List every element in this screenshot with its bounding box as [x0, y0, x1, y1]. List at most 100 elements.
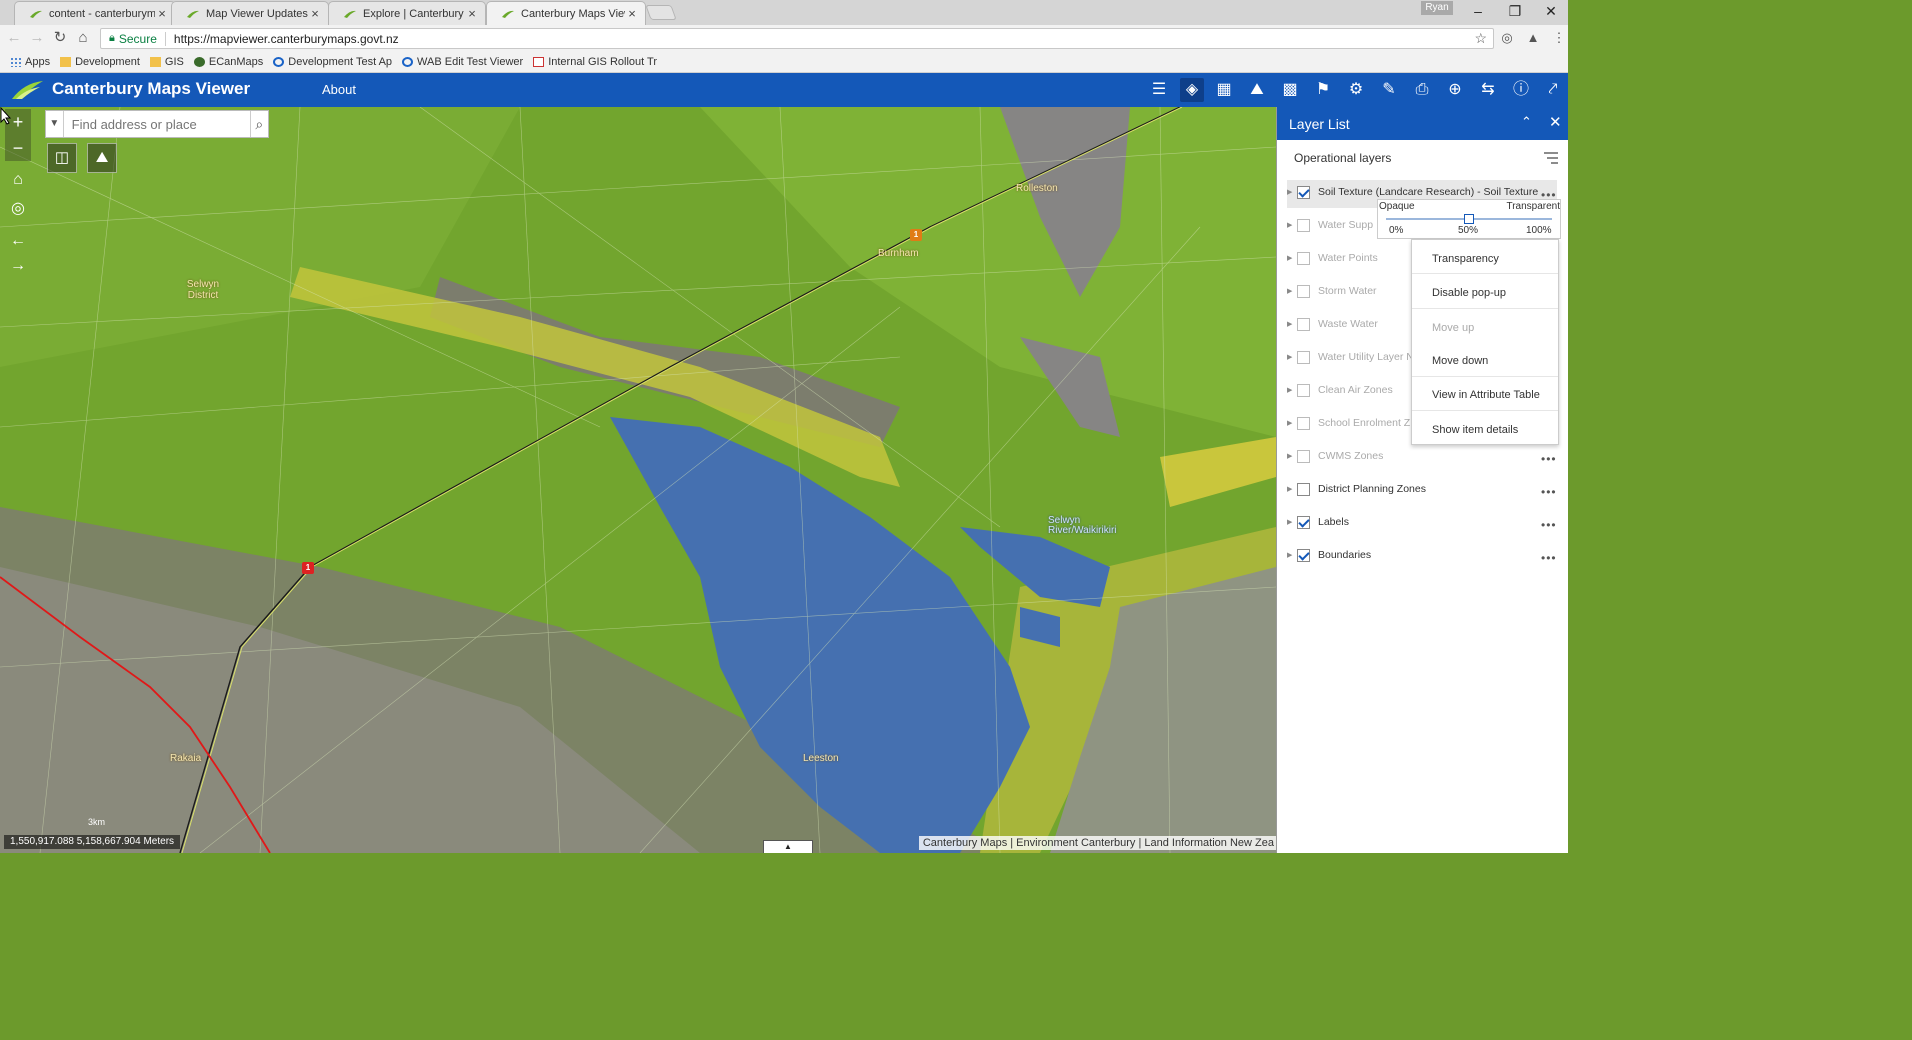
close-panel-icon[interactable]: ✕ — [1549, 113, 1562, 131]
minimize-icon[interactable]: – — [1460, 0, 1496, 22]
expand-arrow-icon[interactable]: ▶ — [1287, 287, 1297, 295]
browser-tab[interactable]: Explore | Canterbury Ma × — [328, 1, 486, 25]
expand-arrow-icon[interactable]: ▶ — [1287, 419, 1297, 427]
share-icon[interactable]: ⤤ — [1541, 78, 1565, 102]
grid-icon[interactable]: ▩ — [1278, 78, 1302, 102]
close-tab-icon[interactable]: × — [308, 6, 322, 21]
expand-arrow-icon[interactable]: ▶ — [1287, 254, 1297, 262]
canterbury-favicon-icon — [344, 10, 356, 18]
menu-item-transparency[interactable]: Transparency — [1432, 253, 1499, 265]
layer-row[interactable]: ▶ Boundaries — [1287, 544, 1557, 566]
analysis-icon[interactable]: ⛰ — [1245, 78, 1269, 102]
forward-icon[interactable]: → — [27, 28, 47, 48]
basemap-icon[interactable]: ▦ — [1212, 78, 1236, 102]
zoom-out-button[interactable]: − — [5, 135, 31, 161]
search-input[interactable] — [63, 111, 250, 137]
locate-icon[interactable]: ⊕ — [1443, 78, 1467, 102]
search-icon[interactable]: ⌕ — [249, 111, 268, 137]
layer-checkbox[interactable] — [1297, 185, 1310, 199]
next-extent-icon[interactable]: → — [5, 254, 31, 278]
bookmark-link[interactable]: WAB Edit Test Viewer — [402, 56, 523, 68]
query-icon[interactable]: ⚑ — [1311, 78, 1335, 102]
expand-arrow-icon[interactable]: ▶ — [1287, 518, 1297, 526]
bookmark-star-icon[interactable]: ☆ — [1474, 30, 1487, 47]
collapse-panel-icon[interactable]: ⌃ — [1521, 114, 1532, 130]
expand-arrow-icon[interactable]: ▶ — [1287, 221, 1297, 229]
layer-row[interactable]: ▶ CWMS Zones — [1287, 445, 1557, 467]
url-text[interactable]: https://mapviewer.canterburymaps.govt.nz — [174, 32, 1475, 46]
layer-row[interactable]: ▶ District Planning Zones — [1287, 478, 1557, 500]
layers-icon[interactable]: ◈ — [1180, 78, 1204, 102]
close-tab-icon[interactable]: × — [465, 6, 479, 21]
layer-menu-icon[interactable]: ••• — [1541, 452, 1557, 466]
layer-menu-icon[interactable]: ••• — [1541, 551, 1557, 565]
bookmark-apps[interactable]: Apps — [10, 56, 50, 68]
bookmark-folder[interactable]: GIS — [149, 56, 184, 68]
expand-arrow-icon[interactable]: ▶ — [1287, 320, 1297, 328]
layer-checkbox[interactable] — [1297, 383, 1310, 397]
bookmark-link[interactable]: ECanMaps — [193, 56, 263, 68]
layer-checkbox[interactable] — [1297, 251, 1310, 265]
menu-icon[interactable]: ⋮ — [1550, 29, 1568, 47]
layer-checkbox[interactable] — [1297, 548, 1310, 562]
info-icon[interactable]: ⓘ — [1509, 78, 1533, 102]
layer-list-icon[interactable]: ☰ — [1147, 78, 1171, 102]
expand-arrow-icon[interactable]: ▶ — [1287, 353, 1297, 361]
bookmark-folder[interactable]: Development — [60, 56, 140, 68]
menu-item-disable-popup[interactable]: Disable pop-up — [1432, 287, 1506, 299]
browser-tab[interactable]: Map Viewer Updates | Ca × — [171, 1, 329, 25]
close-tab-icon[interactable]: × — [625, 6, 639, 21]
menu-item-attribute-table[interactable]: View in Attribute Table — [1432, 389, 1540, 401]
filter-icon[interactable]: ⚙ — [1344, 78, 1368, 102]
bookmark-link[interactable]: Development Test Ap — [273, 56, 392, 68]
extension-icon[interactable]: ◎ — [1498, 29, 1516, 47]
print-icon[interactable]: ⎙ — [1410, 78, 1434, 102]
elevation-widget-icon[interactable]: ⛰ — [87, 143, 117, 173]
my-location-icon[interactable]: ◎ — [5, 197, 31, 221]
menu-item-show-details[interactable]: Show item details — [1432, 424, 1518, 436]
map-view[interactable]: Selwyn District Rolleston Burnham Leesto… — [0, 107, 1276, 853]
menu-item-move-down[interactable]: Move down — [1432, 355, 1488, 367]
address-bar[interactable]: 🔒︎ Secure https://mapviewer.canterburyma… — [100, 28, 1494, 49]
layer-checkbox[interactable] — [1297, 350, 1310, 364]
expand-arrow-icon[interactable]: ▶ — [1287, 386, 1297, 394]
layer-checkbox[interactable] — [1297, 317, 1310, 331]
layer-checkbox[interactable] — [1297, 449, 1310, 463]
measure-icon[interactable]: ✎ — [1377, 78, 1401, 102]
attribute-table-toggle[interactable]: ▲ — [763, 840, 813, 853]
close-window-icon[interactable]: ✕ — [1533, 0, 1569, 22]
coordinate-readout: 1,550,917.088 5,158,667.904 Meters — [4, 835, 181, 849]
expand-arrow-icon[interactable]: ▶ — [1287, 551, 1297, 559]
layer-checkbox[interactable] — [1297, 218, 1310, 232]
browser-tab-active[interactable]: Canterbury Maps Viewer × — [486, 1, 646, 25]
swipe-widget-icon[interactable]: ◫ — [47, 143, 77, 173]
layer-row[interactable]: ▶ Labels — [1287, 511, 1557, 533]
layer-checkbox[interactable] — [1297, 515, 1310, 529]
close-tab-icon[interactable]: × — [155, 6, 169, 21]
swipe-icon[interactable]: ⇆ — [1476, 78, 1500, 102]
expand-arrow-icon[interactable]: ▶ — [1287, 188, 1297, 196]
expand-arrow-icon[interactable]: ▶ — [1287, 452, 1297, 460]
reload-icon[interactable]: ↻ — [50, 28, 70, 48]
expand-arrow-icon[interactable]: ▶ — [1287, 485, 1297, 493]
layer-options-icon[interactable] — [1543, 151, 1559, 165]
about-link[interactable]: About — [322, 82, 356, 97]
transparency-slider-thumb[interactable] — [1464, 214, 1474, 224]
new-tab-button[interactable] — [645, 5, 677, 20]
browser-tab[interactable]: content - canterburymap × — [14, 1, 176, 25]
map-canvas[interactable] — [0, 107, 1276, 853]
restore-icon[interactable]: ❐ — [1497, 0, 1533, 22]
bookmark-link[interactable]: Internal GIS Rollout Tr — [533, 56, 657, 68]
back-icon[interactable]: ← — [4, 28, 24, 48]
profile-button[interactable]: Ryan — [1421, 1, 1453, 15]
layer-menu-icon[interactable]: ••• — [1541, 518, 1557, 532]
search-source-dropdown[interactable]: ▼ — [46, 111, 64, 137]
extension-icon[interactable]: ▲ — [1524, 29, 1542, 47]
home-icon[interactable]: ⌂ — [73, 28, 93, 48]
layer-checkbox[interactable] — [1297, 284, 1310, 298]
layer-checkbox[interactable] — [1297, 482, 1310, 496]
home-extent-icon[interactable]: ⌂ — [5, 168, 31, 192]
layer-menu-icon[interactable]: ••• — [1541, 485, 1557, 499]
layer-checkbox[interactable] — [1297, 416, 1310, 430]
previous-extent-icon[interactable]: ← — [5, 229, 31, 253]
